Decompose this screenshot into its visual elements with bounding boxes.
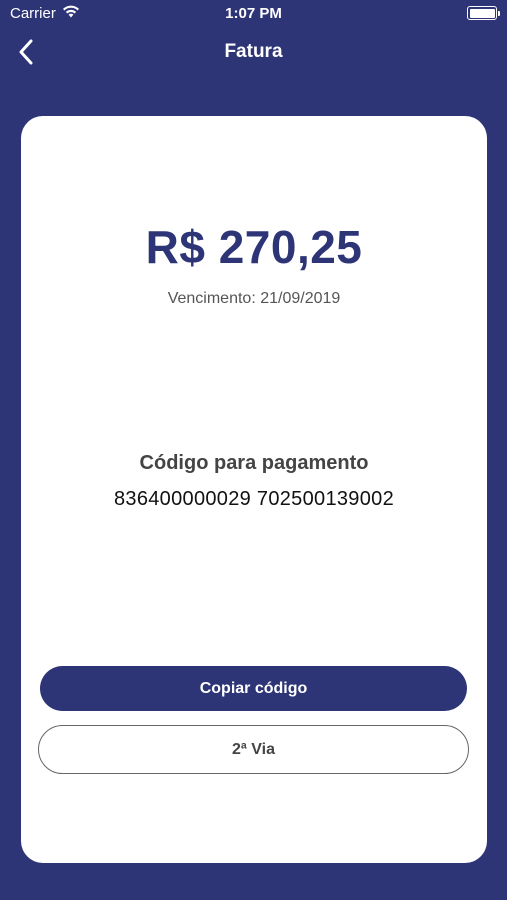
invoice-card: R$ 270,25 Vencimento: 21/09/2019 Código … bbox=[21, 116, 487, 863]
invoice-amount: R$ 270,25 bbox=[145, 221, 363, 273]
payment-code-title: Código para pagamento bbox=[139, 452, 369, 474]
battery-icon bbox=[467, 6, 500, 20]
second-copy-button[interactable]: 2ª Via bbox=[38, 725, 469, 774]
copy-code-button[interactable]: Copiar código bbox=[40, 666, 467, 711]
status-left: Carrier bbox=[10, 5, 80, 22]
payment-code-value: 836400000029 702500139002 bbox=[113, 488, 394, 510]
due-date: Vencimento: 21/09/2019 bbox=[167, 290, 341, 307]
nav-bar: Fatura bbox=[0, 26, 507, 78]
status-bar: Carrier 1:07 PM bbox=[0, 0, 507, 26]
carrier-label: Carrier bbox=[10, 4, 56, 22]
battery-level bbox=[469, 8, 495, 18]
wifi-icon bbox=[62, 5, 80, 22]
back-button[interactable] bbox=[8, 34, 44, 70]
chevron-left-icon bbox=[19, 39, 33, 65]
page-title: Fatura bbox=[224, 41, 283, 62]
